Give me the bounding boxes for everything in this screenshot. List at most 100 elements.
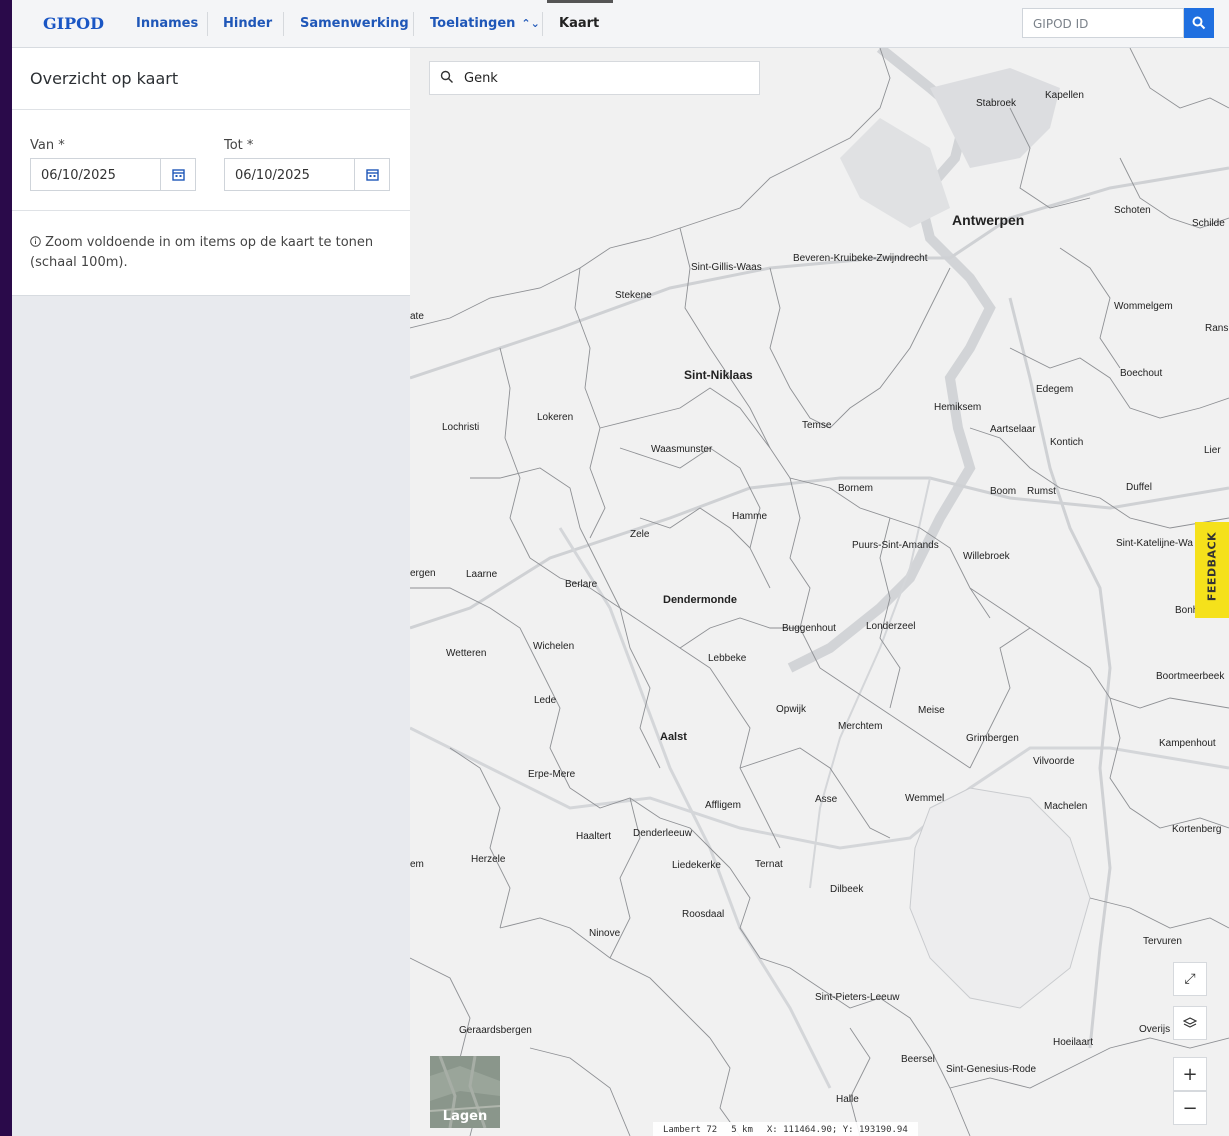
map-search-input[interactable]: Genk: [429, 61, 760, 95]
place-label: Boechout: [1120, 368, 1163, 379]
place-label: Beersel: [901, 1054, 935, 1065]
map-base-layer: [410, 48, 1229, 1136]
zoom-out-button[interactable]: −: [1173, 1091, 1207, 1125]
gipod-id-search-button[interactable]: [1184, 8, 1214, 38]
place-label: Duffel: [1126, 482, 1152, 493]
feedback-tab[interactable]: FEEDBACK: [1195, 522, 1229, 618]
place-label: Willebroek: [963, 551, 1010, 562]
place-label: Herzele: [471, 854, 506, 865]
place-label: Bornem: [838, 483, 874, 494]
side-panel: Overzicht op kaart Van * 06/10/2025 Tot …: [12, 48, 411, 1136]
place-label: Wichelen: [533, 641, 575, 652]
top-navigation-bar: GIPOD Innames Hinder Samenwerking Toelat…: [12, 0, 1229, 48]
place-label: Stekene: [615, 290, 652, 301]
place-label: Lochristi: [442, 422, 480, 433]
nav-toelatingen[interactable]: Toelatingen ⌃⌄: [430, 16, 540, 31]
coordinate-readout: X: 111464.90; Y: 193190.94: [766, 1125, 908, 1135]
map-search-value: Genk: [464, 71, 498, 86]
from-date-field[interactable]: 06/10/2025: [30, 158, 196, 191]
place-label: Sint-Katelijne-Wa: [1116, 538, 1193, 549]
place-label: Boortmeerbeek: [1156, 671, 1225, 682]
scale-label: 5 km: [731, 1125, 753, 1135]
place-label: Halle: [836, 1094, 859, 1105]
to-date-value: 06/10/2025: [235, 168, 310, 183]
place-label: Wemmel: [905, 793, 945, 804]
place-label: Wommelgem: [1114, 301, 1173, 312]
calendar-icon[interactable]: [160, 159, 195, 190]
nav-hinder[interactable]: Hinder: [223, 16, 272, 31]
to-date-field[interactable]: 06/10/2025: [224, 158, 390, 191]
place-label: Antwerpen: [952, 212, 1025, 228]
divider: [12, 210, 410, 211]
app-frame: GIPOD Innames Hinder Samenwerking Toelat…: [12, 0, 1229, 1136]
nav-separator: [283, 12, 284, 36]
place-label: Lier: [1204, 445, 1221, 456]
place-label: Sint-Genesius-Rode: [946, 1064, 1037, 1075]
place-label: Merchtem: [838, 721, 883, 732]
active-tab-indicator: [547, 0, 613, 3]
place-label: Meise: [918, 705, 945, 716]
panel-title: Overzicht op kaart: [30, 69, 179, 88]
place-label: Tervuren: [1143, 936, 1182, 947]
place-label: Aartselaar: [990, 424, 1036, 435]
layers-toggle-button[interactable]: [1173, 1006, 1207, 1040]
from-date-value: 06/10/2025: [41, 168, 116, 183]
place-label: Affligem: [705, 800, 741, 811]
place-label: Laarne: [466, 569, 498, 580]
gipod-id-input[interactable]: GIPOD ID: [1022, 8, 1184, 38]
place-label: Erpe-Mere: [528, 769, 576, 780]
place-label: Vilvoorde: [1033, 756, 1075, 767]
place-label: Sint-Pieters-Leeuw: [815, 992, 900, 1003]
place-label: Asse: [815, 794, 838, 805]
info-text-line2: (schaal 100m).: [30, 255, 128, 270]
layers-label: Lagen: [442, 1109, 488, 1124]
expand-icon: ⤢: [1184, 971, 1196, 987]
layers-icon: [1183, 1017, 1197, 1028]
place-label: Wetteren: [446, 648, 487, 659]
place-label: Sint-Gillis-Waas: [691, 262, 762, 273]
place-label: Kampenhout: [1159, 738, 1216, 749]
nav-innames[interactable]: Innames: [136, 16, 198, 31]
nav-toelatingen-label: Toelatingen: [430, 16, 516, 31]
nav-samenwerking[interactable]: Samenwerking: [300, 16, 409, 31]
place-label: Schoten: [1114, 205, 1151, 216]
place-label: Geraardsbergen: [459, 1025, 532, 1036]
place-label: Opwijk: [776, 704, 807, 715]
place-label: Dilbeek: [830, 884, 864, 895]
map-status-bar: Lambert 72 5 km X: 111464.90; Y: 193190.…: [653, 1122, 918, 1136]
feedback-label: FEEDBACK: [1205, 531, 1219, 602]
place-label: Lokeren: [537, 412, 574, 423]
filter-card: Overzicht op kaart Van * 06/10/2025 Tot …: [12, 48, 410, 296]
place-label: Stabroek: [976, 98, 1017, 109]
place-label: Edegem: [1036, 384, 1074, 395]
gipod-logo[interactable]: GIPOD: [43, 14, 104, 33]
place-label: Rans: [1205, 323, 1229, 334]
map-view[interactable]: Genk Antwerpen Stabroek Kapellen Schoten…: [410, 48, 1229, 1136]
place-label: Aalst: [660, 731, 687, 743]
place-label: Boom: [990, 486, 1017, 497]
place-label: Sint-Niklaas: [684, 368, 753, 382]
place-label: Kontich: [1050, 437, 1084, 448]
place-label: Temse: [802, 420, 832, 431]
from-date-label: Van *: [30, 138, 65, 153]
nav-separator: [413, 12, 414, 36]
place-label: Haaltert: [576, 831, 612, 842]
zoom-in-button[interactable]: +: [1173, 1057, 1207, 1091]
base-layer-switcher[interactable]: Lagen: [430, 1056, 500, 1128]
place-label: Liedekerke: [672, 860, 721, 871]
place-label: Zele: [630, 529, 650, 540]
place-label: Hamme: [732, 511, 768, 522]
place-label: Lede: [534, 695, 557, 706]
place-label: Rumst: [1027, 486, 1056, 497]
nav-kaart[interactable]: Kaart: [559, 16, 599, 31]
place-label: ate: [410, 311, 424, 322]
calendar-icon[interactable]: [354, 159, 389, 190]
place-label: Denderleeuw: [633, 828, 692, 839]
search-icon: [440, 70, 453, 83]
fullscreen-button[interactable]: ⤢: [1173, 962, 1207, 996]
info-text-line1: Zoom voldoende in om items op de kaart t…: [45, 235, 374, 250]
place-label: Puurs-Sint-Amands: [852, 540, 939, 551]
nav-separator: [542, 12, 543, 36]
place-label: Londerzeel: [866, 621, 916, 632]
nav-separator: [207, 12, 208, 36]
